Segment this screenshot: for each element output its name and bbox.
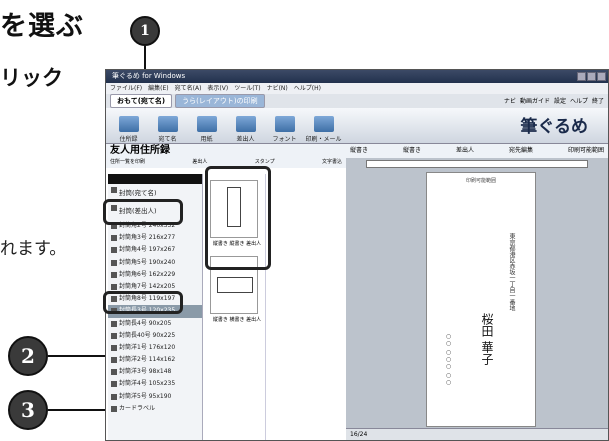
- app-window: 筆ぐるめ for Windows ファイル(F) 編集(E) 宛て名(A) 表示…: [105, 69, 609, 441]
- preview-tool-sender[interactable]: 差出人: [456, 144, 474, 158]
- tab-front[interactable]: おもて(宛て名): [110, 94, 173, 108]
- sender-icon: [235, 116, 256, 132]
- paper-list-item[interactable]: 封筒長4号 90x205: [108, 318, 202, 330]
- help-button[interactable]: ヘルプ: [570, 96, 588, 105]
- ruler: [366, 160, 588, 168]
- close-button[interactable]: [597, 72, 606, 81]
- text-tool[interactable]: 文字書込: [322, 158, 342, 168]
- address-book-icon: [118, 116, 139, 132]
- tool-print-mail[interactable]: 印刷・メール: [305, 111, 342, 143]
- envelope-preview: 印刷可能範囲 東京都港区赤坂一丁目一番地 桜田 華子 ○○ ○○○ ○○: [426, 172, 536, 427]
- navi-button[interactable]: ナビ: [504, 96, 516, 105]
- preview-panel: 縦書き 縦書き 差出人 宛先編集 印刷可能範囲 印刷可能範囲 東京都港区赤坂一丁…: [346, 144, 608, 440]
- tool-label: フォント: [272, 136, 297, 143]
- preview-tool-edit[interactable]: 宛先編集: [509, 144, 533, 158]
- sender-tool[interactable]: 差出人: [192, 158, 207, 168]
- tool-sender[interactable]: 差出人: [227, 111, 264, 143]
- sender-address: ○○ ○○○ ○○: [445, 333, 452, 386]
- tool-label: 差出人: [236, 136, 255, 143]
- print-icon: [313, 116, 334, 132]
- tab-row: おもて(宛て名) うら(レイアウト)の印刷 ナビ 動画ガイド 設定 ヘルプ 終了: [106, 94, 608, 108]
- recipient-name: 桜田 華子: [480, 313, 494, 365]
- paper-list-item[interactable]: 封筒洋5号 95x190: [108, 391, 202, 403]
- recipient-address: 東京都港区赤坂一丁目一番地: [508, 233, 515, 311]
- page-indicator: 16/24: [350, 431, 368, 438]
- menu-address[interactable]: 宛て名(A): [175, 83, 202, 94]
- highlight-paper-item: [103, 291, 183, 314]
- status-bar: 16/24: [346, 428, 608, 440]
- sub-heading: リック: [0, 66, 63, 90]
- menu-file[interactable]: ファイル(F): [110, 83, 142, 94]
- video-guide-button[interactable]: 動画ガイド: [520, 96, 550, 105]
- paper-list-item[interactable]: 封筒角3号 216x277: [108, 232, 202, 244]
- exit-button[interactable]: 終了: [592, 96, 604, 105]
- highlight-sender-item: [103, 199, 183, 225]
- settings-button[interactable]: 設定: [554, 96, 566, 105]
- tool-address-book[interactable]: 住所録: [110, 111, 147, 143]
- paper-list-item[interactable]: 封筒長40号 90x225: [108, 330, 202, 342]
- paper-icon: [196, 116, 217, 132]
- maximize-button[interactable]: [587, 72, 596, 81]
- preview-tool-vertical2[interactable]: 縦書き: [403, 144, 421, 158]
- menu-navi[interactable]: ナビ(N): [267, 83, 288, 94]
- minimize-button[interactable]: [577, 72, 586, 81]
- tab-back[interactable]: うら(レイアウト)の印刷: [175, 94, 265, 108]
- tool-label: 宛て名: [158, 136, 177, 143]
- toolbar: 住所録 宛て名 用紙 差出人 フォント 印刷・メール 筆ぐるめ: [106, 108, 608, 144]
- tool-label: 印刷・メール: [305, 136, 342, 143]
- tool-label: 用紙: [200, 136, 213, 143]
- preview-tool-vertical[interactable]: 縦書き: [350, 144, 368, 158]
- list-header: [108, 174, 202, 184]
- side-text: れます。: [0, 239, 67, 259]
- tool-recipient[interactable]: 宛て名: [149, 111, 186, 143]
- menu-tools[interactable]: ツール(T): [234, 83, 260, 94]
- paper-list-item[interactable]: カードラベル: [108, 403, 202, 415]
- tool-paper[interactable]: 用紙: [188, 111, 225, 143]
- menu-edit[interactable]: 編集(E): [148, 83, 168, 94]
- paper-list-item[interactable]: 封筒洋1号 176x120: [108, 342, 202, 354]
- title-bar: 筆ぐるめ for Windows: [106, 70, 608, 83]
- paper-list-item[interactable]: 封筒洋2号 114x162: [108, 354, 202, 366]
- menu-help[interactable]: ヘルプ(H): [294, 83, 321, 94]
- thumb-preview: [217, 277, 253, 293]
- recipient-icon: [157, 116, 178, 132]
- printable-area-label: 印刷可能範囲: [465, 178, 496, 184]
- font-icon: [274, 116, 295, 132]
- menu-view[interactable]: 表示(V): [207, 83, 228, 94]
- tool-label: 住所録: [119, 136, 138, 143]
- highlight-layout-thumb: [205, 166, 271, 270]
- callout-1: 1: [130, 16, 160, 46]
- thumb-caption: 縦書き 横書き 差出人: [212, 317, 262, 323]
- callout-3: 3: [8, 390, 48, 430]
- paper-list-item[interactable]: 封筒角4号 197x267: [108, 244, 202, 256]
- callout-2: 2: [8, 336, 48, 376]
- page-heading: を選ぶ: [0, 11, 84, 42]
- window-title: 筆ぐるめ for Windows: [112, 72, 186, 80]
- panel-title: 友人用住所録: [106, 144, 346, 158]
- paper-list-item[interactable]: 封筒角6号 162x229: [108, 269, 202, 281]
- preview-tool-range[interactable]: 印刷可能範囲: [568, 144, 604, 158]
- print-list-button[interactable]: 住所一覧を印刷: [110, 158, 145, 168]
- tool-font[interactable]: フォント: [266, 111, 303, 143]
- paper-list-item[interactable]: 封筒洋3号 98x148: [108, 366, 202, 378]
- brand-logo: 筆ぐるめ: [520, 117, 588, 137]
- menu-bar: ファイル(F) 編集(E) 宛て名(A) 表示(V) ツール(T) ナビ(N) …: [106, 83, 608, 94]
- preview-tools: 縦書き 縦書き 差出人 宛先編集 印刷可能範囲: [346, 144, 608, 158]
- paper-list-item[interactable]: 封筒角5号 190x240: [108, 257, 202, 269]
- paper-list-item[interactable]: 封筒洋4号 105x235: [108, 378, 202, 390]
